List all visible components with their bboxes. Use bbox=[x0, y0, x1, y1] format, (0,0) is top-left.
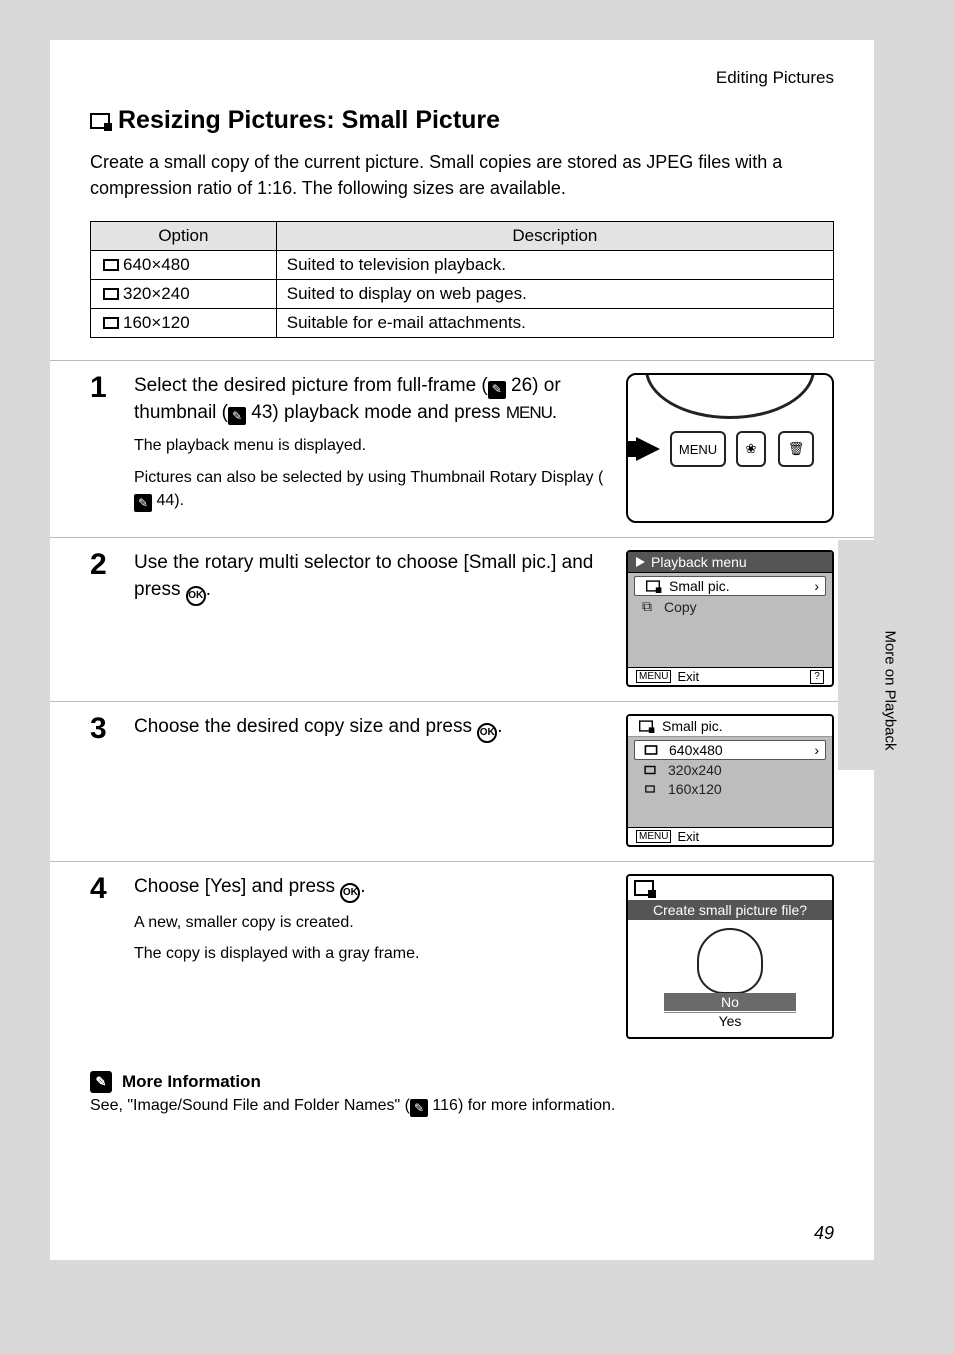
col-option: Option bbox=[91, 222, 277, 251]
small-pic-icon bbox=[646, 581, 660, 592]
menu-button[interactable]: MENU bbox=[670, 431, 726, 467]
page-ref-icon: ✎ bbox=[488, 381, 506, 399]
small-pic-icon bbox=[634, 880, 654, 896]
opt-640: 640×480 bbox=[123, 255, 190, 274]
title-text: Resizing Pictures: Small Picture bbox=[118, 106, 500, 135]
ok-icon: OK bbox=[477, 723, 497, 743]
menu-label: MENU bbox=[506, 403, 552, 422]
info-icon: ✎ bbox=[90, 1071, 112, 1093]
menu-item-copy[interactable]: ⧉Copy bbox=[634, 597, 826, 616]
sample-picture-icon bbox=[697, 928, 763, 994]
col-description: Description bbox=[276, 222, 833, 251]
confirm-no[interactable]: No bbox=[664, 993, 796, 1011]
confirm-question: Create small picture file? bbox=[628, 900, 832, 920]
size-icon bbox=[103, 288, 119, 300]
exit-label[interactable]: Exit bbox=[677, 669, 699, 684]
step-2: 2 Use the rotary multi selector to choos… bbox=[50, 537, 874, 701]
size-option-320[interactable]: 320x240 bbox=[634, 761, 826, 779]
more-info-body: See, "Image/Sound File and Folder Names"… bbox=[90, 1097, 834, 1117]
table-row: 640×480 Suited to television playback. bbox=[91, 251, 834, 280]
page-number: 49 bbox=[814, 1223, 834, 1244]
ok-icon: OK bbox=[340, 883, 360, 903]
step4-text: Choose [Yes] and press OK. bbox=[134, 874, 610, 903]
more-information: ✎ More Information See, "Image/Sound Fil… bbox=[50, 1053, 874, 1117]
step3-screen: Small pic. 640x480› 320x240 160x120 MENU… bbox=[626, 714, 834, 847]
confirm-yes[interactable]: Yes bbox=[664, 1012, 796, 1029]
step1-text: Select the desired picture from full-fra… bbox=[134, 373, 610, 426]
screen-footer: MENU Exit ? bbox=[628, 667, 832, 685]
size-icon bbox=[645, 745, 658, 755]
mode-dial-icon bbox=[645, 373, 815, 419]
thumb-tab bbox=[838, 540, 874, 770]
step2-screen: Playback menu Small pic.› ⧉Copy MENU Exi… bbox=[626, 550, 834, 687]
page-ref-icon: ✎ bbox=[228, 407, 246, 425]
step2-text: Use the rotary multi selector to choose … bbox=[134, 550, 610, 606]
step1-sub2: Pictures can also be selected by using T… bbox=[134, 466, 610, 513]
size-icon bbox=[644, 766, 655, 774]
table-row: 320×240 Suited to display on web pages. bbox=[91, 280, 834, 309]
macro-button[interactable]: ❀ bbox=[736, 431, 766, 467]
screen-footer: MENU Exit bbox=[628, 827, 832, 845]
chevron-right-icon: › bbox=[814, 742, 819, 758]
opt-160: 160×120 bbox=[123, 313, 190, 332]
ok-icon: OK bbox=[186, 586, 206, 606]
page-title: Resizing Pictures: Small Picture bbox=[50, 106, 874, 135]
arrow-icon bbox=[636, 437, 660, 461]
step-number: 2 bbox=[90, 550, 118, 687]
step-number: 1 bbox=[90, 373, 118, 523]
step1-illustration: MENU ❀ 🗑 bbox=[626, 373, 834, 523]
step4-screen: Create small picture file? No Yes bbox=[626, 874, 834, 1039]
size-options-table: Option Description 640×480 Suited to tel… bbox=[90, 221, 834, 338]
menu-item-small-pic[interactable]: Small pic.› bbox=[634, 576, 826, 596]
step-number: 4 bbox=[90, 874, 118, 1039]
page-ref-icon: ✎ bbox=[134, 494, 152, 512]
table-row: 160×120 Suitable for e-mail attachments. bbox=[91, 309, 834, 338]
small-pic-icon bbox=[639, 721, 653, 732]
step-1: 1 Select the desired picture from full-f… bbox=[50, 360, 874, 537]
step3-text: Choose the desired copy size and press O… bbox=[134, 714, 610, 743]
copy-icon: ⧉ bbox=[642, 598, 658, 615]
step4-sub1: A new, smaller copy is created. bbox=[134, 911, 610, 934]
playback-icon bbox=[636, 557, 645, 567]
help-icon[interactable]: ? bbox=[810, 670, 824, 684]
step4-sub2: The copy is displayed with a gray frame. bbox=[134, 942, 610, 965]
section-header: Editing Pictures bbox=[50, 40, 874, 106]
intro-text: Create a small copy of the current pictu… bbox=[50, 135, 874, 221]
size-icon bbox=[645, 786, 655, 793]
menu-tag: MENU bbox=[636, 670, 671, 683]
side-tab-label: More on Playback bbox=[881, 630, 898, 750]
desc-320: Suited to display on web pages. bbox=[276, 280, 833, 309]
small-pic-icon bbox=[90, 113, 110, 129]
delete-button[interactable]: 🗑 bbox=[778, 431, 814, 467]
step1-sub1: The playback menu is displayed. bbox=[134, 434, 610, 457]
size-option-640[interactable]: 640x480› bbox=[634, 740, 826, 760]
screen-title: Small pic. bbox=[628, 716, 832, 737]
step-3: 3 Choose the desired copy size and press… bbox=[50, 701, 874, 861]
step-number: 3 bbox=[90, 714, 118, 847]
screen-title: Playback menu bbox=[628, 552, 832, 573]
opt-320: 320×240 bbox=[123, 284, 190, 303]
chevron-right-icon: › bbox=[814, 578, 819, 594]
menu-tag: MENU bbox=[636, 830, 671, 843]
page-ref-icon: ✎ bbox=[410, 1099, 428, 1117]
exit-label[interactable]: Exit bbox=[677, 829, 699, 844]
size-option-160[interactable]: 160x120 bbox=[634, 780, 826, 798]
desc-640: Suited to television playback. bbox=[276, 251, 833, 280]
size-icon bbox=[103, 259, 119, 271]
size-icon bbox=[103, 317, 119, 329]
desc-160: Suitable for e-mail attachments. bbox=[276, 309, 833, 338]
step-4: 4 Choose [Yes] and press OK. A new, smal… bbox=[50, 861, 874, 1053]
more-info-heading: More Information bbox=[122, 1072, 261, 1092]
